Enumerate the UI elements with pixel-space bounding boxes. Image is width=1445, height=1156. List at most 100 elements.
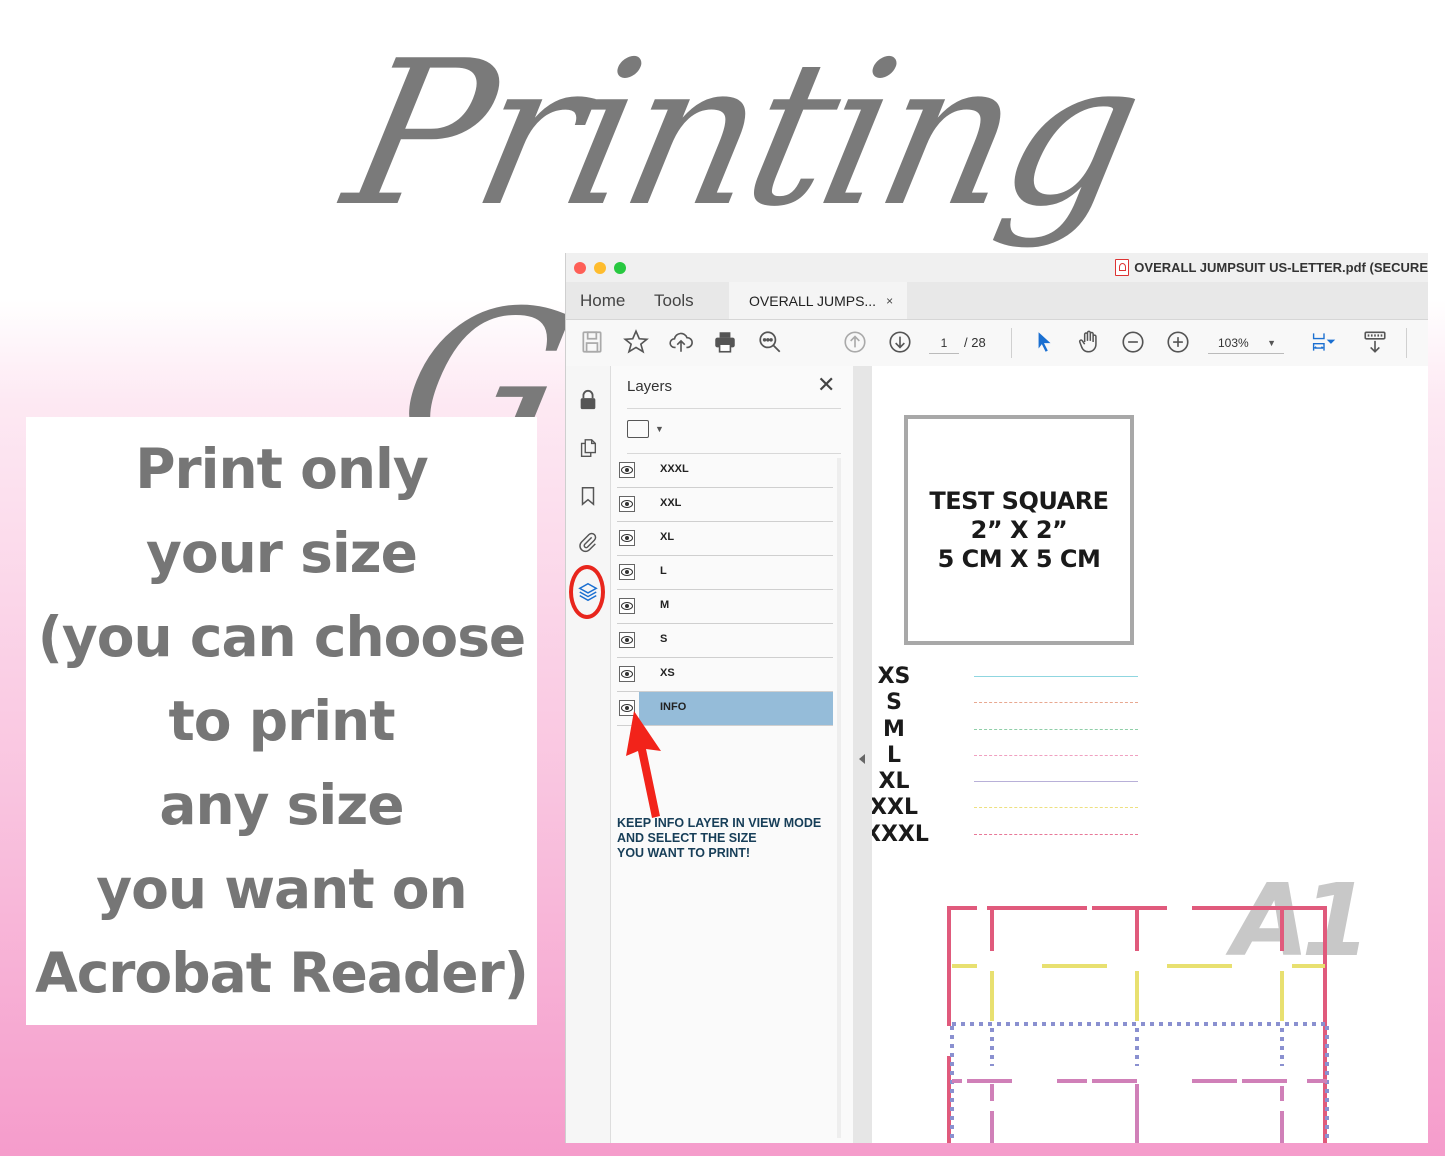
print-icon[interactable] — [711, 328, 739, 356]
window-title-text: OVERALL JUMPSUIT US-LETTER.pdf (SECURE — [1134, 260, 1428, 275]
star-icon[interactable] — [622, 328, 650, 356]
legend-size: L — [886, 742, 902, 768]
callout-line: YOU WANT TO PRINT! — [617, 846, 751, 860]
close-tab-icon[interactable]: × — [886, 294, 893, 308]
lock-icon[interactable] — [576, 388, 600, 412]
instruction-line: your size — [146, 521, 418, 585]
legend-size: XXL — [872, 795, 918, 821]
panel-scrollbar[interactable] — [837, 458, 841, 1138]
legend-line — [974, 833, 1138, 835]
close-panel-icon[interactable]: ✕ — [817, 372, 835, 398]
layer-row[interactable]: XS — [617, 658, 833, 692]
xxl-outline — [952, 964, 1325, 1021]
eye-icon[interactable] — [619, 530, 635, 546]
collapse-panel-icon[interactable] — [859, 754, 865, 764]
layer-row[interactable]: XXXL — [617, 454, 833, 488]
hand-icon[interactable] — [1075, 328, 1103, 356]
panel-splitter[interactable] — [853, 366, 872, 1143]
layer-name: XS — [660, 667, 675, 679]
layer-name: XXL — [660, 497, 682, 509]
pages-icon[interactable] — [576, 436, 600, 460]
toolbar-divider — [1011, 328, 1012, 358]
tab-bar: Home Tools OVERALL JUMPS... × — [566, 282, 1428, 320]
legend-size: XXXL — [872, 821, 929, 847]
select-cursor-icon[interactable] — [1030, 328, 1058, 356]
layer-row[interactable]: L — [617, 556, 833, 590]
zoom-in-icon[interactable] — [1164, 328, 1192, 356]
layer-name: M — [660, 599, 670, 611]
red-arrow-annotation — [626, 711, 661, 818]
legend-line — [974, 781, 1138, 783]
page-title: Printing Guide — [329, 18, 1156, 501]
layer-row[interactable]: XXL — [617, 488, 833, 522]
callout-line: AND SELECT THE SIZE — [617, 831, 757, 845]
eye-icon[interactable] — [619, 666, 635, 682]
layer-options-button[interactable]: ▼ — [627, 420, 664, 438]
layer-row[interactable]: XL — [617, 522, 833, 556]
instruction-line: to print — [168, 689, 395, 753]
title-bar: OVERALL JUMPSUIT US-LETTER.pdf (SECURE — [566, 253, 1428, 282]
zoom-window-button[interactable] — [614, 262, 626, 274]
close-window-button[interactable] — [574, 262, 586, 274]
eye-icon[interactable] — [619, 496, 635, 512]
attachment-icon[interactable] — [576, 530, 600, 554]
xl-outline — [950, 1022, 1329, 1143]
instruction-line: you want on — [96, 857, 467, 921]
test-square-line: 5 CM X 5 CM — [937, 544, 1101, 573]
layers-panel-title: Layers — [627, 378, 673, 395]
instruction-line: (you can choose — [37, 605, 526, 669]
cloud-upload-icon[interactable] — [667, 328, 695, 356]
toolbar: 1 / 28 103% ▼ — [566, 320, 1428, 367]
layer-row[interactable]: M — [617, 590, 833, 624]
instruction-line: Acrobat Reader) — [35, 941, 529, 1005]
layers-panel: Layers ✕ ▼ XXXL XXL XL L M S XS INFO KEE… — [611, 366, 853, 1143]
tab-tools[interactable]: Tools — [654, 291, 694, 311]
legend-size: XS — [877, 664, 911, 689]
fit-page-icon[interactable] — [1306, 328, 1342, 356]
bookmark-icon[interactable] — [576, 484, 600, 508]
page-total: / 28 — [964, 335, 986, 350]
tab-home[interactable]: Home — [580, 291, 625, 311]
page-number-input[interactable]: 1 — [929, 333, 959, 354]
layer-name: L — [660, 565, 667, 577]
legend-line — [974, 754, 1138, 756]
legend-size: M — [883, 716, 905, 742]
toolbar-divider — [1406, 328, 1407, 358]
test-square: TEST SQUARE 2” X 2” 5 CM X 5 CM — [904, 415, 1134, 645]
test-square-line: TEST SQUARE — [929, 486, 1109, 515]
l-outline — [952, 1079, 1327, 1143]
panel-divider — [627, 408, 841, 409]
page-down-icon[interactable] — [886, 328, 914, 356]
instruction-box: Print only your size (you can choose to … — [26, 417, 537, 1025]
acrobat-window: OVERALL JUMPSUIT US-LETTER.pdf (SECURE H… — [565, 253, 1428, 1143]
navigation-rail — [566, 366, 611, 1143]
eye-icon[interactable] — [619, 632, 635, 648]
measure-icon[interactable] — [1361, 328, 1389, 356]
instruction-callout: KEEP INFO LAYER IN VIEW MODE AND SELECT … — [617, 816, 821, 861]
legend-line — [974, 702, 1138, 704]
zoom-level-dropdown[interactable]: 103% ▼ — [1208, 332, 1284, 354]
eye-icon[interactable] — [619, 462, 635, 478]
layer-name: XXXL — [660, 463, 689, 475]
chevron-down-icon: ▼ — [1267, 338, 1276, 348]
tab-document-label: OVERALL JUMPS... — [749, 292, 877, 309]
eye-icon[interactable] — [619, 598, 635, 614]
layer-row[interactable]: S — [617, 624, 833, 658]
pattern-piece-lines — [947, 906, 1329, 1143]
tab-document[interactable]: OVERALL JUMPS... × — [729, 282, 907, 319]
zoom-out-icon[interactable] — [1119, 328, 1147, 356]
minimize-window-button[interactable] — [594, 262, 606, 274]
save-icon[interactable] — [578, 328, 606, 356]
legend-line — [974, 676, 1138, 677]
eye-icon[interactable] — [619, 564, 635, 580]
legend-line — [974, 807, 1138, 809]
test-square-line: 2” X 2” — [970, 515, 1068, 544]
window-title: OVERALL JUMPSUIT US-LETTER.pdf (SECURE — [1115, 259, 1428, 276]
search-zoom-icon[interactable] — [756, 328, 784, 356]
page-up-icon[interactable] — [841, 328, 869, 356]
layer-name: S — [660, 633, 668, 645]
instruction-line: any size — [159, 773, 404, 837]
callout-line: KEEP INFO LAYER IN VIEW MODE — [617, 816, 822, 830]
layer-list: XXXL XXL XL L M S XS INFO — [617, 454, 833, 726]
legend-size: S — [886, 690, 902, 716]
